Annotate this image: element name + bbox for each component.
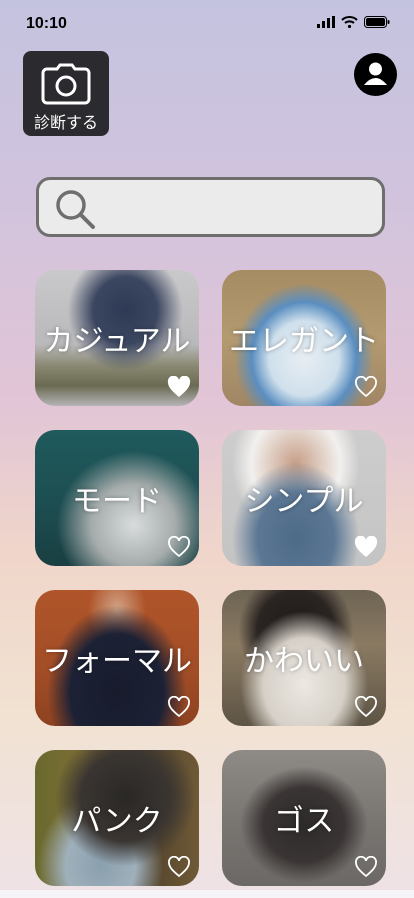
heart-filled-icon[interactable] bbox=[354, 536, 378, 558]
diagnose-button[interactable]: 診断する bbox=[23, 51, 109, 136]
signal-icon bbox=[317, 16, 335, 28]
style-label: カジュアル bbox=[43, 324, 191, 359]
style-label: パンク bbox=[71, 804, 163, 839]
heart-outline-icon[interactable] bbox=[167, 856, 191, 878]
profile-button[interactable] bbox=[354, 53, 397, 96]
style-card-casual[interactable]: カジュアル bbox=[35, 270, 199, 406]
heart-outline-icon[interactable] bbox=[354, 376, 378, 398]
style-label: ゴス bbox=[273, 804, 335, 839]
user-icon bbox=[354, 53, 397, 96]
bottom-bar bbox=[0, 890, 414, 898]
style-card-formal[interactable]: フォーマル bbox=[35, 590, 199, 726]
wifi-icon bbox=[341, 16, 358, 28]
status-time: 10:10 bbox=[26, 15, 67, 32]
search-icon bbox=[56, 190, 95, 229]
style-label: モード bbox=[72, 484, 162, 519]
style-card-punk[interactable]: パンク bbox=[35, 750, 199, 886]
style-label: エレガント bbox=[229, 324, 379, 359]
diagnose-label: 診断する bbox=[33, 113, 98, 132]
style-label: かわいい bbox=[244, 644, 364, 679]
heart-outline-icon[interactable] bbox=[354, 856, 378, 878]
style-label: シンプル bbox=[244, 484, 364, 519]
heart-outline-icon[interactable] bbox=[354, 696, 378, 718]
search-bar[interactable] bbox=[36, 177, 385, 237]
heart-outline-icon[interactable] bbox=[167, 696, 191, 718]
battery-icon bbox=[364, 16, 390, 28]
style-card-elegant[interactable]: エレガント bbox=[222, 270, 386, 406]
style-card-simple[interactable]: シンプル bbox=[222, 430, 386, 566]
style-card-cute[interactable]: かわいい bbox=[222, 590, 386, 726]
style-card-goth[interactable]: ゴス bbox=[222, 750, 386, 886]
style-label: フォーマル bbox=[42, 644, 192, 679]
heart-filled-icon[interactable] bbox=[167, 376, 191, 398]
status-bar: 10:10 bbox=[0, 0, 414, 48]
camera-icon bbox=[41, 63, 91, 105]
search-input[interactable] bbox=[105, 190, 375, 224]
style-card-mode[interactable]: モード bbox=[35, 430, 199, 566]
status-icons bbox=[317, 16, 390, 28]
heart-outline-icon[interactable] bbox=[167, 536, 191, 558]
